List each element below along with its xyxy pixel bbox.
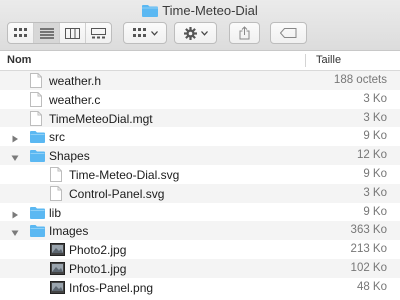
file-row[interactable]: src 9 Ko xyxy=(0,127,400,146)
file-name: Infos-Panel.png xyxy=(69,280,154,295)
column-header: Nom Taille xyxy=(0,51,400,71)
file-name: weather.h xyxy=(49,74,102,88)
file-name: Photo1.jpg xyxy=(69,261,127,276)
disclosure-expanded-icon[interactable] xyxy=(11,226,19,237)
chevron-down-icon xyxy=(200,30,208,36)
folder-icon xyxy=(30,224,45,240)
column-view-icon xyxy=(65,27,80,39)
gallery-view-icon xyxy=(91,27,106,38)
file-row[interactable]: weather.h 188 octets xyxy=(0,71,400,90)
file-size: 9 Ko xyxy=(363,130,387,143)
chevron-down-icon xyxy=(150,30,158,36)
file-name: Images xyxy=(49,224,89,239)
file-row[interactable]: Photo1.jpg 102 Ko xyxy=(0,258,400,278)
file-name: weather.c xyxy=(49,92,101,107)
file-name: Photo2.jpg xyxy=(69,243,127,258)
folder-icon xyxy=(30,130,45,146)
file-icon xyxy=(30,110,42,129)
file-icon xyxy=(50,185,62,204)
file-name: lib xyxy=(49,205,62,220)
file-size: 213 Ko xyxy=(350,243,387,256)
name-column-header[interactable]: Nom xyxy=(7,54,31,66)
size-column-header[interactable]: Taille xyxy=(316,54,341,66)
file-size: 3 Ko xyxy=(363,92,387,105)
file-row[interactable]: Infos-Panel.png 48 Ko xyxy=(0,278,400,297)
file-name: Shapes xyxy=(49,149,90,164)
list-view-button[interactable] xyxy=(34,23,60,43)
file-row[interactable]: lib 9 Ko xyxy=(0,203,400,222)
folder-icon xyxy=(30,149,45,165)
icon-view-button[interactable] xyxy=(8,23,34,43)
file-row[interactable]: weather.c 3 Ko xyxy=(0,90,400,109)
file-name: Time-Meteo-Dial.svg xyxy=(69,167,180,182)
file-size: 3 Ko xyxy=(363,186,387,199)
file-row[interactable]: Shapes 12 Ko xyxy=(0,146,400,165)
file-icon xyxy=(30,73,42,91)
file-size: 9 Ko xyxy=(363,167,387,180)
share-button[interactable] xyxy=(229,22,260,44)
column-view-button[interactable] xyxy=(60,23,86,43)
column-separator[interactable] xyxy=(305,54,306,67)
share-icon xyxy=(239,26,250,40)
file-name: TimeMeteoDial.mgt xyxy=(49,111,153,126)
tag-icon xyxy=(280,28,297,38)
tag-button[interactable] xyxy=(270,22,307,44)
arrange-grid-icon xyxy=(132,28,146,37)
file-name: Control-Panel.svg xyxy=(69,186,165,201)
gallery-view-button[interactable] xyxy=(86,23,111,43)
view-mode-segmented-control xyxy=(7,22,112,44)
file-row[interactable]: TimeMeteoDial.mgt 3 Ko xyxy=(0,108,400,129)
icon-view-icon xyxy=(13,28,27,37)
image-thumbnail-icon xyxy=(50,243,65,259)
file-row[interactable]: Time-Meteo-Dial.svg 9 Ko xyxy=(0,165,400,184)
file-size: 48 Ko xyxy=(356,280,387,293)
disclosure-expanded-icon[interactable] xyxy=(11,151,19,162)
file-row[interactable]: Images 363 Ko xyxy=(0,221,400,241)
arrange-button[interactable] xyxy=(123,22,167,44)
gear-icon xyxy=(183,26,197,40)
list-view-icon xyxy=(39,27,54,39)
image-thumbnail-icon xyxy=(50,261,65,278)
folder-icon xyxy=(30,206,45,222)
toolbar xyxy=(0,22,400,44)
file-size: 9 Ko xyxy=(363,205,387,218)
file-list: weather.h 188 octets weather.c 3 Ko TimeMete… xyxy=(0,71,400,297)
file-name: src xyxy=(49,130,65,145)
window-title-area: Time-Meteo-Dial xyxy=(0,3,400,19)
file-size: 363 Ko xyxy=(350,224,387,237)
file-row[interactable]: Control-Panel.svg 3 Ko xyxy=(0,183,400,204)
disclosure-collapsed-icon[interactable] xyxy=(11,208,19,219)
folder-icon xyxy=(142,5,159,17)
file-size: 12 Ko xyxy=(356,149,387,162)
file-size: 188 octets xyxy=(333,74,387,86)
image-thumbnail-icon xyxy=(50,280,65,297)
window-title: Time-Meteo-Dial xyxy=(162,3,258,18)
disclosure-collapsed-icon[interactable] xyxy=(11,132,19,143)
file-row[interactable]: Photo2.jpg 213 Ko xyxy=(0,240,400,259)
file-icon xyxy=(50,166,62,185)
file-size: 102 Ko xyxy=(350,261,387,274)
file-icon xyxy=(30,91,42,110)
file-size: 3 Ko xyxy=(363,111,387,124)
window-titlebar: Time-Meteo-Dial xyxy=(0,0,400,51)
action-button[interactable] xyxy=(174,22,217,44)
